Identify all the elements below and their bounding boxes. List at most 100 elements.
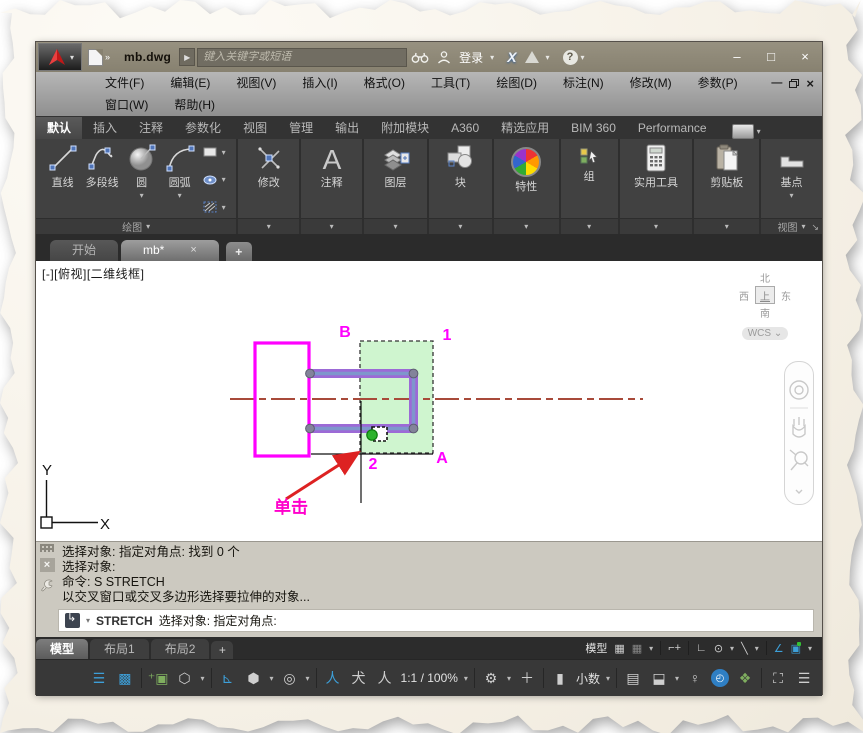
view-panel-footer[interactable]: 视图 ▾ ↘ bbox=[761, 218, 822, 234]
command-close-icon[interactable]: × bbox=[39, 558, 55, 572]
layers-panel-footer[interactable]: ▾ bbox=[364, 218, 427, 234]
menu-file[interactable]: 文件(F) bbox=[92, 72, 157, 94]
block-button[interactable]: 块 bbox=[442, 141, 478, 218]
ribbon-tab-annotate[interactable]: 注释 bbox=[128, 117, 174, 139]
hardware-acceleration-icon[interactable]: ◴ bbox=[711, 669, 729, 687]
utilities-button[interactable]: 实用工具 bbox=[631, 141, 681, 218]
lock-ui-icon[interactable]: ⬓ bbox=[649, 667, 669, 689]
3d-cube-icon[interactable]: ⬢ bbox=[244, 667, 264, 689]
drawing-canvas[interactable]: [-][俯视][二维线框] B 1 2 A 单击 Y X 北 西 上 东 南 W… bbox=[36, 261, 822, 541]
help-icon[interactable]: ? bbox=[562, 49, 578, 65]
menu-draw[interactable]: 绘图(D) bbox=[483, 72, 550, 94]
ellipse-tool-button[interactable]: ▾ bbox=[202, 172, 226, 188]
a360-caret-icon[interactable]: ▾ bbox=[546, 53, 550, 62]
layers-button[interactable]: 图层 bbox=[378, 141, 414, 218]
basepoint-button[interactable]: 基点 ▾ bbox=[774, 141, 810, 218]
3d-cube-caret-icon[interactable]: ▾ bbox=[270, 674, 274, 683]
signin-person-icon[interactable] bbox=[437, 50, 451, 64]
ribbon-tab-view[interactable]: 视图 bbox=[232, 117, 278, 139]
quick-calc-icon[interactable]: ▤ bbox=[623, 667, 643, 689]
viewcube-south[interactable]: 南 bbox=[760, 305, 770, 320]
selection-cycling-icon[interactable]: ⬡ bbox=[175, 667, 195, 689]
maximize-button[interactable]: □ bbox=[754, 42, 788, 72]
menu-edit[interactable]: 编辑(E) bbox=[157, 72, 223, 94]
close-button[interactable]: × bbox=[788, 42, 822, 72]
ribbon-tab-parametric[interactable]: 参数化 bbox=[174, 117, 232, 139]
ribbon-tab-featured-apps[interactable]: 精选应用 bbox=[490, 117, 560, 139]
snap-caret-icon[interactable]: ▾ bbox=[649, 644, 653, 653]
menu-tools[interactable]: 工具(T) bbox=[418, 72, 483, 94]
command-customize-wrench-icon[interactable] bbox=[40, 578, 54, 592]
rectangle-tool-button[interactable]: ▾ bbox=[202, 144, 226, 160]
search-history-icon[interactable]: ▶ bbox=[179, 48, 196, 66]
app-menu-button[interactable]: ▾ bbox=[38, 43, 82, 71]
menu-help[interactable]: 帮助(H) bbox=[161, 94, 228, 116]
recent-commands-icon[interactable] bbox=[65, 611, 80, 628]
arc-button[interactable]: 圆弧 ▾ bbox=[162, 141, 198, 218]
menu-insert[interactable]: 插入(I) bbox=[289, 72, 350, 94]
menu-view[interactable]: 视图(V) bbox=[223, 72, 289, 94]
utilities-panel-footer[interactable]: ▾ bbox=[619, 218, 693, 234]
viewcube-top[interactable]: 上 bbox=[755, 286, 775, 304]
isolate-objects-icon[interactable]: ♀ bbox=[685, 667, 705, 689]
properties-button[interactable]: 特性 bbox=[508, 141, 544, 218]
block-panel-footer[interactable]: ▾ bbox=[428, 218, 492, 234]
workspace-gear-icon[interactable]: ⚙ bbox=[481, 667, 501, 689]
wcs-menu[interactable]: WCS ⌄ bbox=[741, 327, 789, 340]
command-options-caret-icon[interactable]: ▾ bbox=[86, 616, 90, 625]
a360-icon[interactable] bbox=[524, 51, 539, 63]
navigation-bar[interactable] bbox=[784, 361, 814, 505]
line-button[interactable]: 直线 bbox=[45, 141, 81, 218]
command-drag-handle[interactable] bbox=[40, 544, 54, 552]
panel-launcher-icon[interactable]: ↘ bbox=[811, 222, 819, 233]
polar-tracking-icon[interactable]: ⊙ bbox=[714, 642, 723, 655]
clipboard-button[interactable]: 剪贴板 bbox=[707, 141, 746, 218]
ribbon-tab-home[interactable]: 默认 bbox=[36, 117, 83, 139]
viewcube-west[interactable]: 西 bbox=[739, 288, 749, 303]
layout2-tab[interactable]: 布局2 bbox=[150, 639, 210, 659]
polyline-button[interactable]: 多段线 bbox=[83, 141, 122, 218]
draw-panel-footer[interactable]: 绘图 ▾ bbox=[36, 218, 237, 234]
menu-format[interactable]: 格式(O) bbox=[351, 72, 418, 94]
qat-expand-icon[interactable]: » bbox=[105, 52, 110, 62]
dynamic-input-icon[interactable]: ⌐+ bbox=[668, 642, 681, 654]
customization-menu-icon[interactable]: ☰ bbox=[794, 667, 814, 689]
object-snap-caret-icon[interactable]: ▾ bbox=[808, 644, 812, 653]
exchange-apps-icon[interactable]: X bbox=[507, 49, 516, 65]
fullscreen-icon[interactable]: ⛶ bbox=[768, 667, 788, 689]
polar-caret-icon[interactable]: ▾ bbox=[730, 644, 734, 653]
circle-button[interactable]: 圆 ▾ bbox=[124, 141, 160, 218]
isodraft-icon[interactable]: ∠ bbox=[774, 642, 784, 655]
autoscale-icon[interactable]: 犬 bbox=[349, 667, 369, 689]
ribbon-tab-addins[interactable]: 附加模块 bbox=[370, 117, 440, 139]
modify-panel-footer[interactable]: ▾ bbox=[238, 218, 300, 234]
ribbon-tab-bim360[interactable]: BIM 360 bbox=[560, 117, 627, 139]
units-value[interactable]: 小数 bbox=[576, 670, 600, 687]
menu-dimension[interactable]: 标注(N) bbox=[550, 72, 617, 94]
scale-caret-icon[interactable]: ▾ bbox=[464, 674, 468, 683]
new-drawing-tab-button[interactable]: + bbox=[225, 242, 252, 261]
file-tab-close-icon[interactable]: × bbox=[190, 240, 196, 261]
osnap-tracking-caret-icon[interactable]: ▾ bbox=[755, 644, 759, 653]
file-tab-document[interactable]: mb* × bbox=[121, 240, 219, 261]
command-history[interactable]: 选择对象: 指定对角点: 找到 0 个 选择对象: 命令: S STRETCH … bbox=[58, 542, 822, 637]
signin-label[interactable]: 登录 bbox=[455, 49, 487, 66]
quick-properties-icon[interactable]: ⁺▣ bbox=[148, 667, 169, 689]
search-binoculars-icon[interactable] bbox=[411, 51, 429, 64]
doc-close-button[interactable]: × bbox=[806, 76, 814, 91]
annotation-monitor-icon[interactable]: ＋ bbox=[517, 667, 537, 689]
workspace-caret-icon[interactable]: ▾ bbox=[507, 674, 511, 683]
ucs-icon-toggle[interactable]: ⊾ bbox=[218, 667, 238, 689]
clean-screen-graphics-icon[interactable]: ❖ bbox=[735, 667, 755, 689]
selection-cycling-caret-icon[interactable]: ▾ bbox=[201, 674, 205, 683]
menu-modify[interactable]: 修改(M) bbox=[617, 72, 685, 94]
transparency-icon[interactable]: ▩ bbox=[115, 667, 135, 689]
viewcube-caret-icon[interactable]: ▾ bbox=[306, 674, 310, 683]
osnap-tracking-icon[interactable]: ╲ bbox=[741, 642, 748, 655]
properties-panel-footer[interactable]: ▾ bbox=[493, 218, 559, 234]
annotate-button[interactable]: A 注释 bbox=[314, 141, 350, 218]
annotate-panel-footer[interactable]: ▾ bbox=[301, 218, 363, 234]
infer-constraints-icon[interactable]: ☰ bbox=[89, 667, 109, 689]
ortho-mode-icon[interactable]: ∟ bbox=[696, 642, 707, 654]
viewcube-toggle-icon[interactable]: ◎ bbox=[280, 667, 300, 689]
